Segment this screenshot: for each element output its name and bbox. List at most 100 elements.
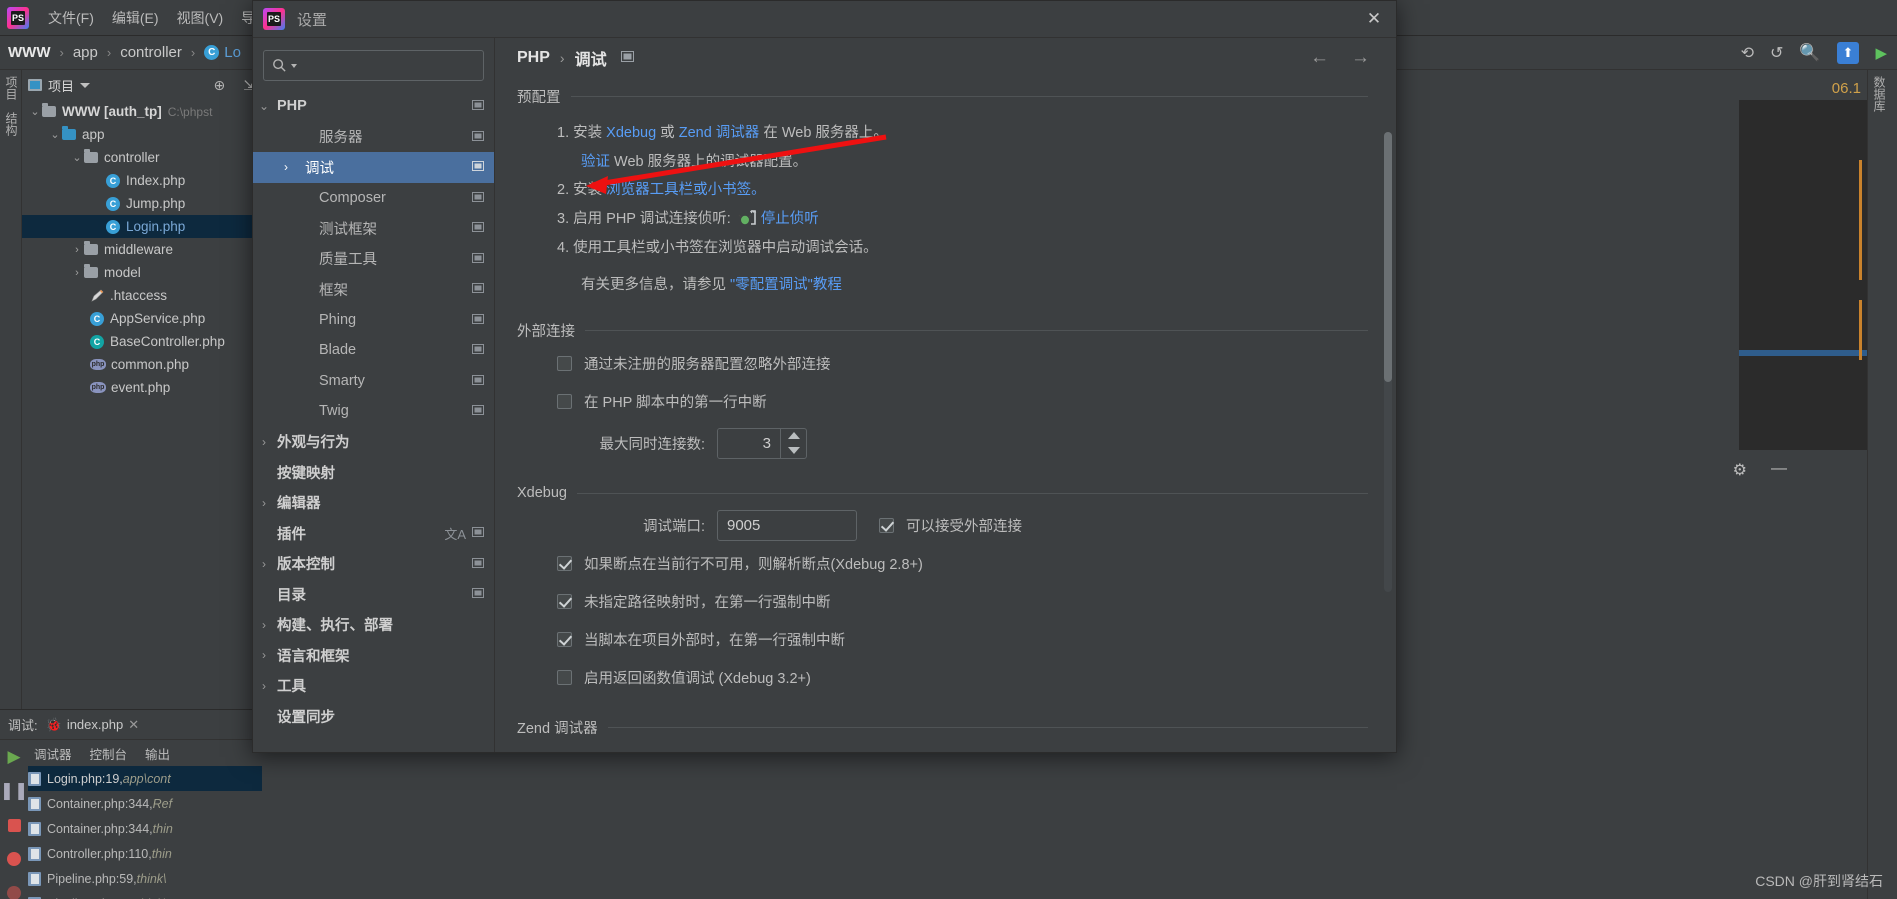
sidebar-item-tools[interactable]: › 工具 bbox=[253, 671, 494, 702]
browser-toolbar-link[interactable]: 浏览器工具栏或小书签。 bbox=[606, 182, 766, 198]
xdebug-link[interactable]: Xdebug bbox=[606, 125, 656, 141]
tree-node-model[interactable]: › model bbox=[22, 261, 261, 284]
close-icon[interactable]: ✕ bbox=[1352, 1, 1396, 37]
tree-node-common-php[interactable]: php common.php bbox=[22, 353, 261, 376]
stop-program-icon[interactable] bbox=[0, 808, 28, 842]
checkbox-row-return-value-debugging[interactable]: 启用返回函数值调试 (Xdebug 3.2+) bbox=[557, 661, 1368, 693]
sidebar-item-plugins[interactable]: › 插件 文A bbox=[253, 518, 494, 549]
tree-node-event-php[interactable]: php event.php bbox=[22, 376, 261, 399]
list-item[interactable]: Container.php:344, Ref bbox=[28, 791, 262, 816]
breadcrumb-controller[interactable]: controller bbox=[120, 44, 182, 61]
sidebar-item-settings-sync[interactable]: › 设置同步 bbox=[253, 701, 494, 732]
forward-arrow-icon[interactable]: → bbox=[1351, 47, 1370, 69]
zend-debugger-link[interactable]: Zend 调试器 bbox=[679, 125, 760, 141]
sidebar-item-test-frameworks[interactable]: › 测试框架 bbox=[253, 213, 494, 244]
debug-subtab-debugger[interactable]: 调试器 bbox=[34, 744, 72, 763]
debug-session-tab[interactable]: 🐞 index.php ✕ bbox=[46, 717, 139, 733]
settings-scrollbar[interactable] bbox=[1384, 132, 1392, 592]
pause-program-icon[interactable]: ❚❚ bbox=[0, 774, 28, 808]
sidebar-item-php[interactable]: ⌄ PHP bbox=[253, 91, 494, 122]
menu-file[interactable]: 文件(F) bbox=[39, 8, 103, 28]
chevron-down-icon[interactable] bbox=[291, 63, 297, 68]
menu-edit[interactable]: 编辑(E) bbox=[103, 8, 168, 28]
sidebar-item-editor[interactable]: › 编辑器 bbox=[253, 488, 494, 519]
tree-node-app[interactable]: ⌄ app bbox=[22, 123, 261, 146]
sidebar-item-twig[interactable]: › Twig bbox=[253, 396, 494, 427]
checkbox-row-force-break-outside-project[interactable]: 当脚本在项目外部时，在第一行强制中断 bbox=[557, 623, 1368, 655]
validate-link[interactable]: 验证 bbox=[581, 154, 610, 170]
sidebar-item-phing[interactable]: › Phing bbox=[253, 305, 494, 336]
debug-port-input[interactable] bbox=[717, 509, 857, 541]
mute-breakpoints-icon[interactable] bbox=[0, 876, 28, 899]
sidebar-item-composer[interactable]: › Composer bbox=[253, 183, 494, 214]
minimize-icon[interactable]: — bbox=[1771, 460, 1787, 478]
back-arrow-icon[interactable]: ← bbox=[1310, 47, 1329, 69]
checkbox-row-break-first-line[interactable]: 在 PHP 脚本中的第一行中断 bbox=[557, 385, 1368, 417]
sidebar-item-debug[interactable]: › 调试 bbox=[253, 152, 494, 183]
tool-tab-database[interactable]: 数据库 bbox=[1868, 70, 1891, 118]
sidebar-item-version-control[interactable]: › 版本控制 bbox=[253, 549, 494, 580]
search-box[interactable] bbox=[263, 50, 484, 81]
list-item[interactable]: Pipeline.php:59, think\ bbox=[28, 866, 262, 891]
twisty-icon[interactable]: ⌄ bbox=[70, 151, 84, 164]
sidebar-item-servers[interactable]: › 服务器 bbox=[253, 122, 494, 153]
list-item[interactable]: Controller.php:110, thin bbox=[28, 841, 262, 866]
checkbox-force-break-no-path-mapping[interactable] bbox=[557, 593, 572, 609]
twisty-icon[interactable]: ⌄ bbox=[28, 105, 42, 118]
tool-tab-structure[interactable]: 结构 bbox=[0, 106, 23, 142]
tree-node-appservice[interactable]: C AppService.php bbox=[22, 307, 261, 330]
upload-icon[interactable]: ⬆ bbox=[1836, 42, 1860, 64]
twisty-icon[interactable]: ⌄ bbox=[48, 128, 62, 141]
tree-node-basecontroller[interactable]: C BaseController.php bbox=[22, 330, 261, 353]
chevron-right-icon[interactable]: › bbox=[253, 557, 275, 571]
checkbox-force-break-outside-project[interactable] bbox=[557, 631, 572, 647]
chevron-right-icon[interactable]: › bbox=[253, 618, 275, 632]
chevron-right-icon[interactable]: › bbox=[275, 160, 297, 174]
menu-view[interactable]: 视图(V) bbox=[168, 8, 233, 28]
checkbox-return-value-debugging[interactable] bbox=[557, 669, 572, 685]
chevron-down-icon[interactable] bbox=[80, 82, 91, 88]
checkbox-accept-external[interactable] bbox=[879, 517, 894, 533]
chevron-right-icon[interactable]: › bbox=[253, 679, 275, 693]
tree-node-htaccess[interactable]: .htaccess bbox=[22, 284, 261, 307]
max-connections-input[interactable] bbox=[718, 428, 780, 458]
sidebar-item-frameworks[interactable]: › 框架 bbox=[253, 274, 494, 305]
chevron-right-icon[interactable]: › bbox=[253, 648, 275, 662]
twisty-icon[interactable]: › bbox=[70, 267, 84, 279]
breadcrumb-login[interactable]: Lo bbox=[224, 44, 241, 61]
chevron-right-icon[interactable]: › bbox=[253, 435, 275, 449]
breadcrumb-root[interactable]: WWW bbox=[8, 44, 50, 61]
settings-gear-icon[interactable]: ⚙ bbox=[1733, 460, 1747, 480]
checkbox-row-force-break-no-path-mapping[interactable]: 未指定路径映射时，在第一行强制中断 bbox=[557, 585, 1368, 617]
tree-node-controller[interactable]: ⌄ controller bbox=[22, 146, 261, 169]
max-connections-stepper[interactable] bbox=[717, 427, 807, 459]
debug-subtab-output[interactable]: 输出 bbox=[145, 744, 170, 763]
sidebar-item-keymap[interactable]: › 按键映射 bbox=[253, 457, 494, 488]
search-input[interactable] bbox=[301, 58, 477, 73]
sidebar-item-appearance-behavior[interactable]: › 外观与行为 bbox=[253, 427, 494, 458]
tree-node-middleware[interactable]: › middleware bbox=[22, 238, 261, 261]
checkbox-row-resolve-breakpoint[interactable]: 如果断点在当前行不可用，则解析断点(Xdebug 2.8+) bbox=[557, 547, 1368, 579]
undo-icon[interactable]: ↺ bbox=[1770, 43, 1783, 63]
list-item[interactable]: Container.php:344, thin bbox=[28, 816, 262, 841]
stepper-buttons[interactable] bbox=[780, 428, 806, 458]
checkbox-break-first-line[interactable] bbox=[557, 393, 572, 409]
resume-program-icon[interactable]: ▶ bbox=[0, 740, 28, 774]
checkbox-resolve-breakpoint[interactable] bbox=[557, 555, 572, 571]
sidebar-item-build-execution-deployment[interactable]: › 构建、执行、部署 bbox=[253, 610, 494, 641]
debug-subtab-console[interactable]: 控制台 bbox=[90, 744, 128, 763]
sidebar-item-blade[interactable]: › Blade bbox=[253, 335, 494, 366]
tree-node-www[interactable]: ⌄ WWW [auth_tp] C:\phpst bbox=[22, 100, 261, 123]
chevron-down-icon[interactable]: ⌄ bbox=[253, 99, 275, 113]
list-item[interactable]: Pipeline.php:66, think\ bbox=[28, 891, 262, 899]
scrollbar-thumb[interactable] bbox=[1384, 132, 1392, 382]
zero-config-tutorial-link[interactable]: "零配置调试"教程 bbox=[730, 277, 842, 293]
locate-icon[interactable]: ⊕ bbox=[214, 77, 226, 94]
twisty-icon[interactable]: › bbox=[70, 244, 84, 256]
list-item[interactable]: Login.php:19, app\cont bbox=[28, 766, 262, 791]
sidebar-item-smarty[interactable]: › Smarty bbox=[253, 366, 494, 397]
tree-node-login-php[interactable]: C Login.php bbox=[22, 215, 261, 238]
sidebar-item-directories[interactable]: › 目录 bbox=[253, 579, 494, 610]
run-icon[interactable]: ▶ bbox=[1875, 44, 1887, 62]
stepper-down-icon[interactable] bbox=[781, 443, 806, 458]
